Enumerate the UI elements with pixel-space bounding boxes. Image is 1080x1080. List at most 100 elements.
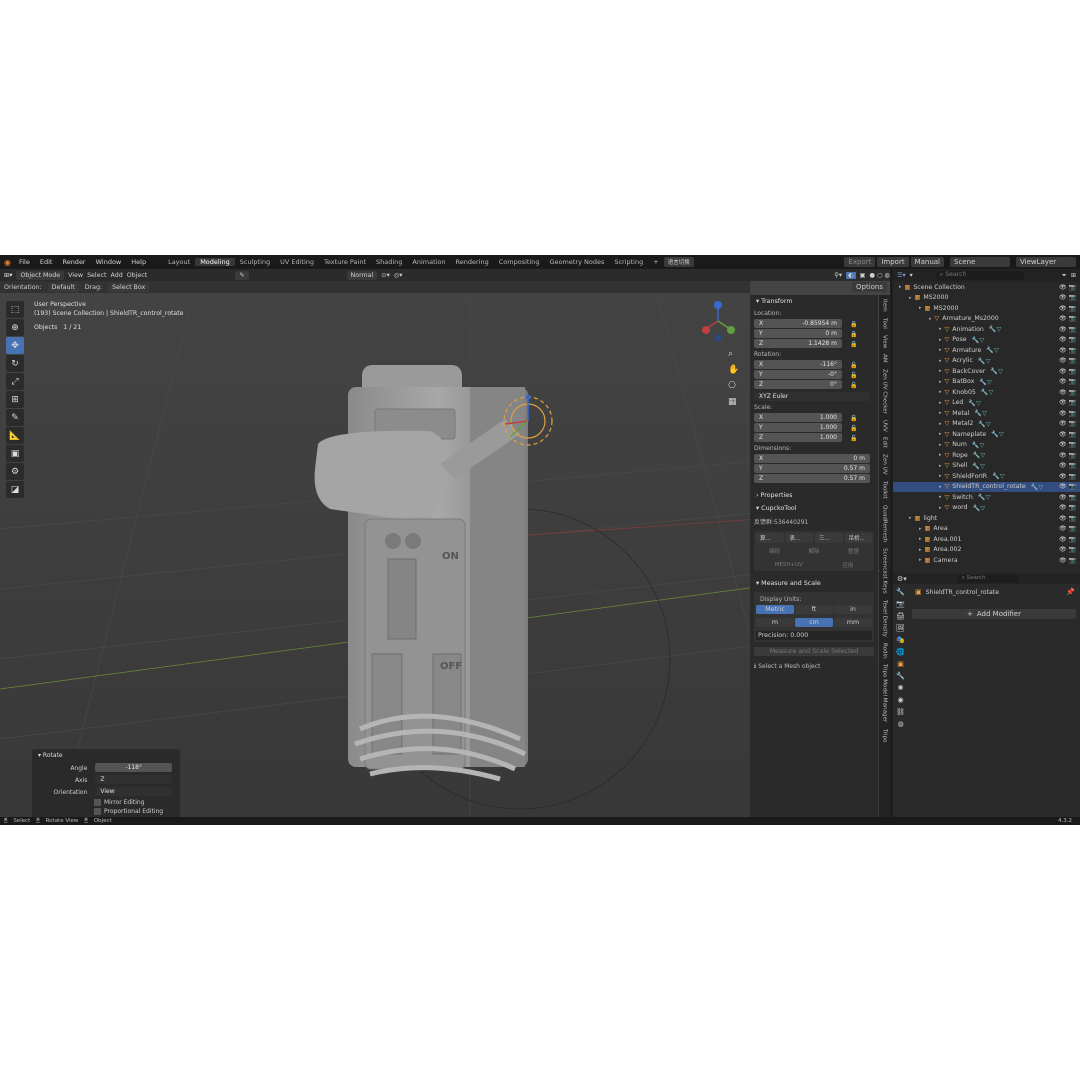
menu-object[interactable]: Object [127, 272, 148, 279]
outliner-row[interactable]: ▸ ▦ light 👁 📷 [893, 513, 1080, 524]
tab-uvv[interactable]: UVV [882, 420, 888, 432]
modifier-icon[interactable]: 🔧▽ [978, 420, 990, 428]
expand-chevron-icon[interactable]: ▸ [899, 284, 902, 290]
outliner-row[interactable]: ▸ ▽ Num 🔧▽ 👁 📷 [893, 440, 1080, 451]
dimension-y-field[interactable]: Y 0.57 m [754, 464, 870, 473]
tool-tab-icon[interactable]: 🔧 [896, 588, 905, 596]
tab-modeling[interactable]: Modeling [195, 258, 235, 266]
visibility-eye-icon[interactable]: 👁 📷 [1059, 410, 1076, 417]
visibility-eye-icon[interactable]: 👁 📷 [1059, 336, 1076, 343]
properties-header[interactable]: › Properties [750, 489, 878, 502]
cm-toggle[interactable]: cm [795, 618, 833, 627]
outliner-row[interactable]: ▸ ▦ MS2000 👁 📷 [893, 293, 1080, 304]
outliner-row[interactable]: ▸ ▦ Area.001 👁 📷 [893, 534, 1080, 545]
properties-search-input[interactable]: ⌕ Search [956, 574, 1019, 583]
outliner-search-input[interactable]: ⌕ Search [934, 271, 1025, 280]
modifier-tab-icon[interactable]: 🔧 [896, 672, 905, 680]
expand-chevron-icon[interactable]: ▸ [939, 494, 942, 500]
modifier-icon[interactable]: 🔧▽ [972, 462, 984, 470]
outliner-row[interactable]: ▸ ▽ BackCover 🔧▽ 👁 📷 [893, 366, 1080, 377]
tab-animation[interactable]: Animation [407, 258, 450, 266]
lock-icon[interactable]: 🔒 [850, 321, 857, 328]
expand-chevron-icon[interactable]: ▸ [919, 526, 922, 532]
proportional-checkbox[interactable] [94, 808, 101, 815]
physics-tab-icon[interactable]: ◉ [897, 696, 903, 704]
add-cube-tool-icon[interactable]: ▣ [6, 445, 24, 462]
visibility-eye-icon[interactable]: 👁 📷 [1059, 525, 1076, 532]
outliner-row[interactable]: ▸ ▦ Area 👁 📷 [893, 524, 1080, 535]
transform-pivot-normal[interactable]: Normal [346, 270, 378, 280]
gizmo-icon[interactable]: ⚲▾ [834, 272, 842, 279]
modifier-icon[interactable]: 🔧▽ [989, 325, 1001, 333]
tab-shading[interactable]: Shading [371, 258, 407, 266]
tab-geometry-nodes[interactable]: Geometry Nodes [545, 258, 610, 266]
visibility-eye-icon[interactable]: 👁 📷 [1059, 452, 1076, 459]
cupcko-button-4[interactable]: 吊桥... [844, 533, 872, 543]
expand-chevron-icon[interactable]: ▸ [939, 337, 942, 343]
scale-z-field[interactable]: Z 1.000 [754, 433, 842, 442]
modifier-icon[interactable]: 🔧▽ [1031, 483, 1043, 491]
cupcko-button-3[interactable]: 三... [815, 533, 843, 543]
visibility-eye-icon[interactable]: 👁 📷 [1059, 294, 1076, 301]
outliner-row[interactable]: ▸ ▽ Metal2 🔧▽ 👁 📷 [893, 419, 1080, 430]
tab-sculpting[interactable]: Sculpting [235, 258, 275, 266]
drag-selector[interactable]: Select Box [108, 282, 150, 292]
add-modifier-button[interactable]: + Add Modifier [912, 609, 1076, 619]
outliner-row[interactable]: ▸ ▽ word 🔧▽ 👁 📷 [893, 503, 1080, 514]
proportional-icon[interactable]: ◎▾ [394, 272, 403, 279]
rotate-tool-icon[interactable]: ↻ [6, 355, 24, 372]
cursor-tool-icon[interactable]: ⊕ [6, 319, 24, 336]
menu-select[interactable]: Select [87, 272, 106, 279]
select-tool-icon[interactable]: ⬚ [6, 301, 24, 318]
expand-chevron-icon[interactable]: ▸ [939, 347, 942, 353]
location-y-field[interactable]: Y 0 m [754, 329, 842, 338]
tab-scripting[interactable]: Scripting [609, 258, 648, 266]
world-tab-icon[interactable]: 🌐 [896, 648, 905, 656]
outliner-row[interactable]: ▸ ▽ Led 🔧▽ 👁 📷 [893, 398, 1080, 409]
modifier-icon[interactable]: 🔧▽ [972, 336, 984, 344]
outliner-row[interactable]: ▸ ▽ ShieldTR_control_rotate 🔧▽ 👁 📷 [893, 481, 1080, 492]
outliner-row[interactable]: ▸ ▽ Armature_Ms2000 👁 📷 [893, 314, 1080, 325]
visibility-eye-icon[interactable]: 👁 📷 [1059, 462, 1076, 469]
visibility-eye-icon[interactable]: 👁 📷 [1059, 504, 1076, 511]
modifier-icon[interactable]: 🔧▽ [992, 472, 1004, 480]
rotation-y-field[interactable]: Y -0° [754, 370, 842, 379]
outliner-editor-icon[interactable]: ☰▾ [897, 272, 906, 279]
menu-add[interactable]: Add [111, 272, 123, 279]
rotation-mode-selector[interactable]: XYZ Euler [754, 392, 870, 401]
menu-file[interactable]: File [14, 258, 35, 266]
unlock-icon[interactable]: 🔓 [850, 362, 857, 369]
visibility-eye-icon[interactable]: 👁 📷 [1059, 515, 1076, 522]
visibility-eye-icon[interactable]: 👁 📷 [1059, 494, 1076, 501]
measure-tool-icon[interactable]: 📐 [6, 427, 24, 444]
unlock-icon[interactable]: 🔓 [850, 382, 857, 389]
angle-field[interactable]: -118° [95, 763, 172, 772]
visibility-eye-icon[interactable]: 👁 📷 [1059, 305, 1076, 312]
outliner-row[interactable]: ▸ ▽ Nameplate 🔧▽ 👁 📷 [893, 429, 1080, 440]
visibility-eye-icon[interactable]: 👁 📷 [1059, 368, 1076, 375]
visibility-eye-icon[interactable]: 👁 📷 [1059, 347, 1076, 354]
tab-view[interactable]: View [882, 335, 888, 348]
output-tab-icon[interactable]: 🖨 [896, 612, 905, 620]
mode-selector[interactable]: Object Mode [16, 270, 65, 280]
cupcko-group-button[interactable]: 编组 [769, 547, 780, 555]
outliner-row[interactable]: ▸ ▦ MS2000 👁 📷 [893, 303, 1080, 314]
options-button[interactable]: Options [852, 282, 888, 292]
cupcko-arrange-button[interactable]: 整理 [848, 547, 859, 555]
orientation-selector-op[interactable]: View [95, 787, 172, 796]
export-button[interactable]: Export [844, 257, 876, 267]
visibility-eye-icon[interactable]: 👁 📷 [1059, 431, 1076, 438]
outliner-row[interactable]: ▸ ▽ Armature 🔧▽ 👁 📷 [893, 345, 1080, 356]
cupcko-button-2[interactable]: 表... [785, 533, 813, 543]
filter-icon[interactable]: ▾ [910, 272, 913, 279]
tab-quadremesh[interactable]: QuadRemesh [882, 505, 888, 542]
transform-tool-icon[interactable]: ⊞ [6, 391, 24, 408]
manual-button[interactable]: Manual [910, 257, 944, 267]
modifier-icon[interactable]: 🔧▽ [974, 409, 986, 417]
outliner-row[interactable]: ▸ ▦ Scene Collection 👁 📷 [893, 282, 1080, 293]
expand-chevron-icon[interactable]: ▸ [919, 557, 922, 563]
cupcko-apply-button[interactable]: 应用 [842, 561, 853, 569]
modifier-icon[interactable]: 🔧▽ [972, 441, 984, 449]
expand-chevron-icon[interactable]: ▸ [919, 536, 922, 542]
outliner-row[interactable]: ▸ ▽ Shell 🔧▽ 👁 📷 [893, 461, 1080, 472]
